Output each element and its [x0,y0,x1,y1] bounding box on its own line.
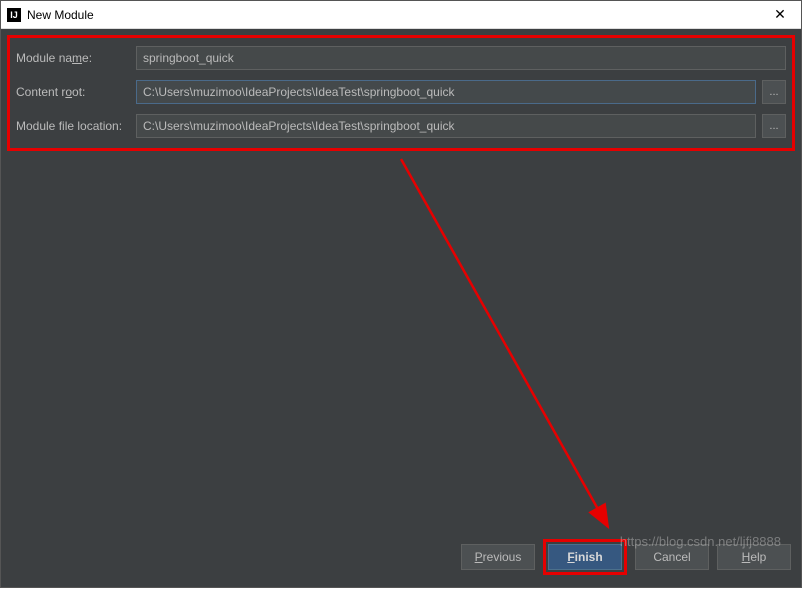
button-bar: Previous Finish Cancel Help [461,539,791,575]
finish-button[interactable]: Finish [548,544,622,570]
previous-button[interactable]: Previous [461,544,535,570]
content-root-input[interactable] [136,80,756,104]
module-file-location-input[interactable] [136,114,756,138]
help-button[interactable]: Help [717,544,791,570]
finish-highlight-box: Finish [543,539,627,575]
titlebar: IJ New Module ✕ [1,1,801,29]
content-root-label: Content root: [16,85,136,99]
module-file-location-browse-button[interactable]: ... [762,114,786,138]
form-highlight-box: Module name: Content root: ... Module fi… [7,35,795,151]
module-name-row: Module name: [16,46,786,70]
module-file-location-label: Module file location: [16,119,136,133]
window-title: New Module [27,8,765,22]
close-icon[interactable]: ✕ [765,5,795,25]
module-file-location-row: Module file location: ... [16,114,786,138]
module-name-input[interactable] [136,46,786,70]
content-root-row: Content root: ... [16,80,786,104]
app-icon: IJ [7,8,21,22]
content-root-browse-button[interactable]: ... [762,80,786,104]
module-name-label: Module name: [16,51,136,65]
content-area: Module name: Content root: ... Module fi… [1,29,801,587]
dialog-window: IJ New Module ✕ Module name: Content roo… [0,0,802,588]
cancel-button[interactable]: Cancel [635,544,709,570]
